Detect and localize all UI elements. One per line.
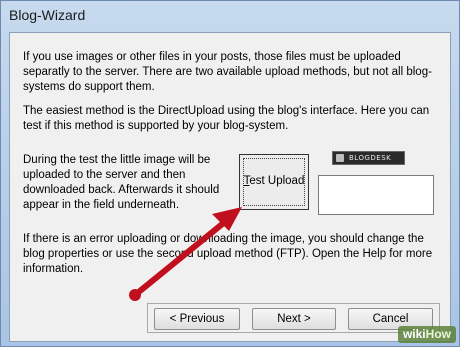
wizard-content-panel: If you use images or other files in your… — [9, 32, 451, 342]
next-button-label: Next > — [277, 313, 311, 325]
title-bar[interactable]: Blog-Wizard — [1, 1, 459, 31]
wizard-window: Blog-Wizard If you use images or other f… — [0, 0, 460, 347]
test-description-paragraph: During the test the little image will be… — [23, 154, 220, 211]
wikihow-watermark: wikiHow — [397, 326, 456, 343]
blogdesk-logo-icon — [336, 154, 344, 162]
blogdesk-logo: BLOGDESK — [332, 151, 405, 165]
test-upload-button[interactable]: Test Upload — [239, 154, 309, 210]
upload-result-image-field — [318, 175, 434, 215]
cancel-button-label: Cancel — [372, 313, 409, 325]
error-help-paragraph: If there is an error uploading or downlo… — [23, 233, 433, 275]
next-button[interactable]: Next > — [252, 308, 336, 330]
test-upload-label: Test Upload — [243, 175, 305, 187]
blogdesk-logo-text: BLOGDESK — [349, 154, 392, 162]
watermark-how: How — [425, 327, 451, 341]
window-title: Blog-Wizard — [9, 7, 86, 23]
previous-button[interactable]: < Previous — [154, 308, 240, 330]
navigation-button-group: < Previous Next > Cancel — [147, 303, 440, 333]
intro-paragraph: If you use images or other files in your… — [23, 51, 432, 93]
previous-button-label: < Previous — [169, 313, 225, 325]
direct-upload-paragraph: The easiest method is the DirectUpload u… — [23, 105, 430, 132]
watermark-wiki: wiki — [402, 327, 426, 341]
